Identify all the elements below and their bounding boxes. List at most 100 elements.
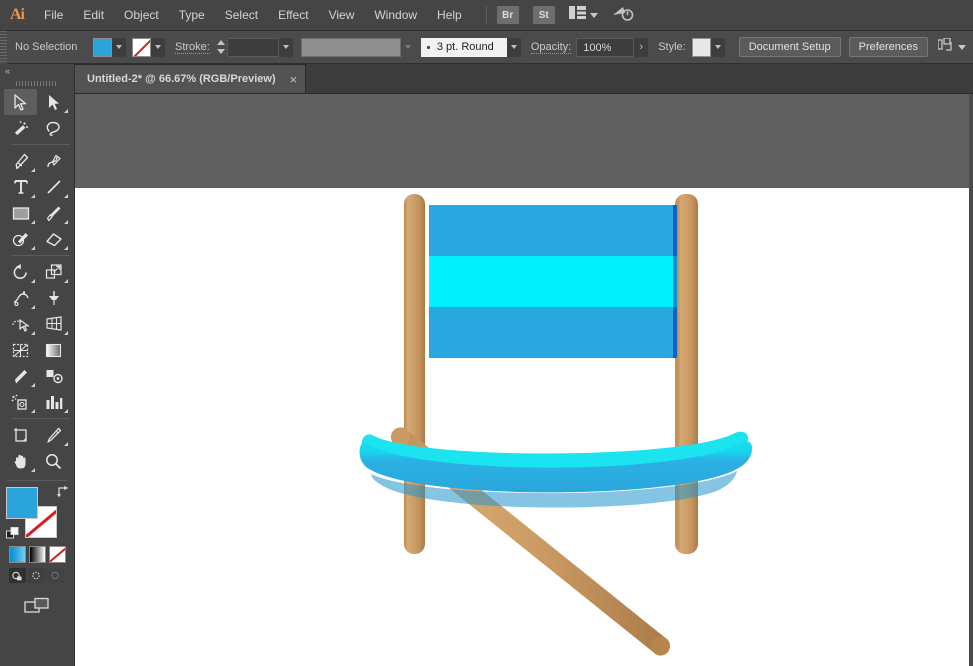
stroke-weight-stepper[interactable]	[216, 38, 227, 57]
flyout-triangle-icon	[64, 194, 68, 198]
free-transform-tool[interactable]	[37, 285, 70, 311]
opacity-dropdown[interactable]: ›	[634, 37, 649, 57]
mesh-tool[interactable]	[4, 337, 37, 363]
workspace-switcher[interactable]	[568, 6, 598, 24]
menu-divider	[485, 6, 487, 24]
opacity-input[interactable]: 100%	[576, 37, 635, 57]
tool-divider	[7, 480, 67, 481]
direct-selection-tool[interactable]	[37, 89, 70, 115]
flyout-triangle-icon	[31, 279, 35, 283]
pen-tool[interactable]	[4, 148, 37, 174]
draw-normal-button[interactable]	[9, 568, 26, 583]
scale-tool[interactable]	[37, 259, 70, 285]
menu-select[interactable]: Select	[215, 0, 268, 31]
bridge-button[interactable]: Br	[496, 6, 519, 24]
cloud-sync-icon[interactable]	[612, 4, 634, 27]
paintbrush-tool[interactable]	[37, 200, 70, 226]
type-tool[interactable]	[4, 174, 37, 200]
symbol-sprayer-icon	[11, 394, 27, 410]
graphic-style-swatch[interactable]	[691, 37, 711, 57]
menu-file[interactable]: File	[34, 0, 73, 31]
hand-icon	[14, 454, 26, 468]
menu-bar: Ai File Edit Object Type Select Effect V…	[0, 0, 973, 31]
selection-tool[interactable]	[4, 89, 37, 115]
artboard[interactable]	[75, 188, 973, 666]
perspective-grid-tool[interactable]	[37, 311, 70, 337]
menu-view[interactable]: View	[319, 0, 365, 31]
opacity-label[interactable]: Opacity:	[530, 41, 572, 54]
blend-tool[interactable]	[37, 363, 70, 389]
line-segment-tool[interactable]	[37, 174, 70, 200]
stroke-weight-input[interactable]	[226, 37, 279, 57]
profile-dropdown[interactable]	[506, 37, 521, 57]
fill-color-swatch[interactable]	[6, 487, 38, 519]
brush-definition-input[interactable]	[300, 37, 401, 57]
fill-swatch[interactable]	[93, 37, 112, 57]
draw-inside-button[interactable]	[47, 568, 64, 583]
lasso-tool[interactable]	[37, 115, 70, 141]
stock-button[interactable]: St	[532, 6, 555, 24]
chevron-down-icon[interactable]	[957, 44, 966, 50]
gradient-tool[interactable]	[37, 337, 70, 363]
draw-behind-button[interactable]	[28, 568, 45, 583]
shape-builder-icon	[12, 318, 30, 332]
hand-tool[interactable]	[4, 448, 37, 474]
magic-wand-tool[interactable]	[4, 115, 37, 141]
rotate-tool[interactable]	[4, 259, 37, 285]
draw-normal-icon	[12, 571, 22, 580]
graphic-style-dropdown[interactable]	[710, 37, 725, 57]
variable-width-profile[interactable]: 3 pt. Round	[420, 37, 507, 57]
default-fill-stroke-icon[interactable]	[6, 527, 20, 541]
none-fill-button[interactable]	[49, 546, 66, 563]
rectangle-tool[interactable]	[4, 200, 37, 226]
flyout-triangle-icon	[31, 305, 35, 309]
stripe-band-middle	[429, 256, 673, 307]
artboard-tool[interactable]	[4, 422, 37, 448]
menu-type[interactable]: Type	[169, 0, 215, 31]
column-graph-tool[interactable]	[37, 389, 70, 415]
zoom-tool[interactable]	[37, 448, 70, 474]
curvature-tool[interactable]	[37, 148, 70, 174]
control-bar-grip[interactable]	[0, 30, 7, 64]
swap-fill-stroke-icon[interactable]	[56, 485, 70, 499]
color-fill-button[interactable]	[9, 546, 26, 563]
slice-tool[interactable]	[37, 422, 70, 448]
curvature-pen-icon	[47, 154, 61, 167]
menu-effect[interactable]: Effect	[268, 0, 318, 31]
eyedropper-tool[interactable]	[4, 363, 37, 389]
lasso-icon	[46, 121, 60, 136]
drawing-mode-row	[9, 568, 74, 583]
scale-icon	[45, 264, 62, 279]
vertical-scrollbar[interactable]	[969, 94, 973, 666]
toolbar-grip[interactable]	[0, 78, 74, 89]
menu-edit[interactable]: Edit	[73, 0, 114, 31]
fill-swatch-dropdown[interactable]	[112, 37, 126, 57]
preferences-button[interactable]: Preferences	[848, 37, 928, 57]
rotate-arrow-icon	[13, 263, 27, 279]
change-screen-mode-button[interactable]	[0, 597, 74, 615]
align-objects-icon[interactable]	[937, 36, 954, 57]
stroke-weight-dropdown[interactable]	[278, 37, 293, 57]
symbol-sprayer-tool[interactable]	[4, 389, 37, 415]
left-post	[404, 194, 425, 554]
shape-builder-tool[interactable]	[4, 311, 37, 337]
menu-object[interactable]: Object	[114, 0, 169, 31]
artboard-icon	[13, 428, 27, 442]
stroke-label[interactable]: Stroke:	[175, 41, 210, 54]
eraser-tool[interactable]	[37, 226, 70, 252]
menu-window[interactable]: Window	[364, 0, 427, 31]
shaper-tool[interactable]	[4, 226, 37, 252]
canvas-area[interactable]	[75, 94, 973, 666]
stroke-swatch-dropdown[interactable]	[151, 37, 165, 57]
document-tab[interactable]: Untitled-2* @ 66.67% (RGB/Preview) ×	[75, 64, 307, 93]
gradient-fill-button[interactable]	[29, 546, 46, 563]
width-tool[interactable]	[4, 285, 37, 311]
illustrator-window: Ai File Edit Object Type Select Effect V…	[0, 0, 973, 666]
menu-help[interactable]: Help	[427, 0, 472, 31]
stripe-band-top	[429, 205, 673, 256]
chevron-down-icon	[282, 45, 289, 49]
document-setup-button[interactable]: Document Setup	[738, 37, 841, 57]
toolbar-collapse-button[interactable]: «	[0, 64, 74, 78]
close-icon[interactable]: ×	[290, 73, 298, 86]
stroke-swatch[interactable]	[132, 37, 151, 57]
